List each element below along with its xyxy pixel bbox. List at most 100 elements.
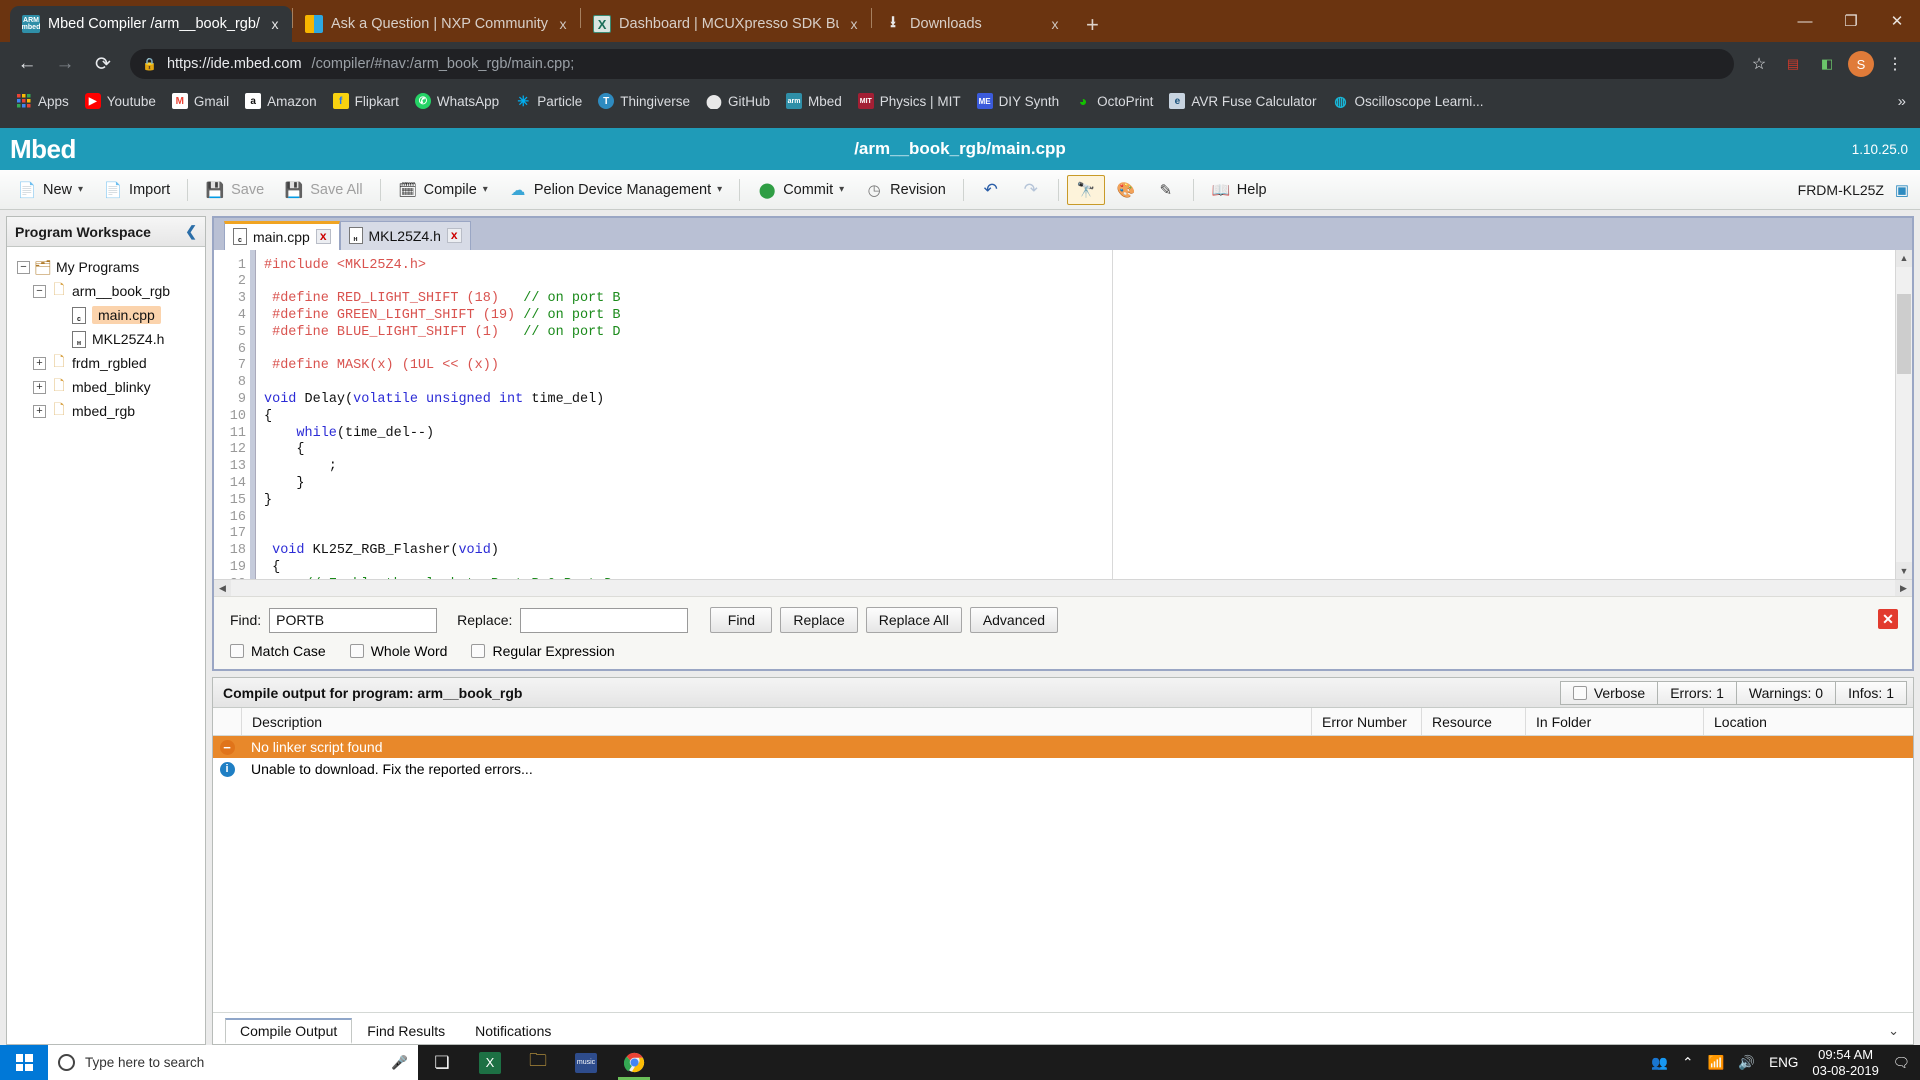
code-line[interactable]: while(time_del--) xyxy=(264,426,1895,443)
back-icon[interactable]: ← xyxy=(10,47,44,81)
warnings-counter[interactable]: Warnings: 0 xyxy=(1735,680,1837,705)
undo-button[interactable]: ↶ xyxy=(972,175,1010,205)
close-find-bar-icon[interactable]: ✕ xyxy=(1878,609,1898,629)
regular-expression-checkbox[interactable]: Regular Expression xyxy=(471,643,615,659)
scroll-up-icon[interactable]: ▲ xyxy=(1895,249,1912,267)
checkbox-icon[interactable] xyxy=(349,644,364,658)
expander-icon[interactable]: + xyxy=(33,404,46,418)
code-line[interactable]: } xyxy=(264,493,1895,510)
code-line[interactable]: #define BLUE_LIGHT_SHIFT (1) // on port … xyxy=(264,325,1895,342)
bookmark-particle[interactable]: ✳ Particle xyxy=(509,91,588,111)
infos-counter[interactable]: Infos: 1 xyxy=(1835,680,1907,705)
compile-button[interactable]: 🗓 Compile ▾ xyxy=(389,175,497,205)
replace-all-button[interactable]: Replace All xyxy=(865,607,962,633)
code-line[interactable]: } xyxy=(264,476,1895,493)
tab-compile-output[interactable]: Compile Output xyxy=(225,1018,353,1044)
column-in-folder[interactable]: In Folder xyxy=(1525,708,1703,735)
editor-tab-main-cpp[interactable]: c main.cpp x xyxy=(224,220,340,250)
chrome-app[interactable] xyxy=(610,1045,658,1080)
bookmarks-overflow-icon[interactable]: » xyxy=(1898,93,1910,110)
code-line[interactable] xyxy=(264,526,1895,543)
checkbox-icon[interactable] xyxy=(471,644,486,658)
help-button[interactable]: 📖 Help xyxy=(1202,175,1276,205)
language-indicator[interactable]: ENG xyxy=(1769,1055,1798,1070)
replace-input[interactable] xyxy=(520,607,689,633)
amazon-music-app[interactable]: music xyxy=(562,1045,610,1080)
find-button[interactable]: 🔭 xyxy=(1066,174,1105,205)
forward-icon[interactable]: → xyxy=(48,47,82,81)
bookmark-youtube[interactable]: ▶ Youtube xyxy=(79,91,162,111)
editor-vertical-scrollbar[interactable]: ▲ ▼ xyxy=(1895,249,1912,579)
new-tab-button[interactable]: + xyxy=(1072,14,1113,42)
file-explorer-app[interactable]: 🗀 xyxy=(514,1045,562,1080)
verbose-toggle[interactable]: Verbose xyxy=(1559,680,1659,705)
code-line[interactable] xyxy=(264,510,1895,527)
new-button[interactable]: 📄 New ▾ xyxy=(8,175,92,205)
tab-notifications[interactable]: Notifications xyxy=(460,1018,566,1044)
find-button[interactable]: Find xyxy=(710,607,773,633)
address-bar[interactable]: 🔒 https://ide.mbed.com/compiler/#nav:/ar… xyxy=(130,49,1734,79)
avatar[interactable]: S xyxy=(1846,49,1876,79)
bookmark-diy-synth[interactable]: ME DIY Synth xyxy=(971,91,1066,111)
code-line[interactable]: { xyxy=(264,560,1895,577)
fix-button[interactable]: ✎ xyxy=(1147,175,1185,205)
whole-word-checkbox[interactable]: Whole Word xyxy=(349,643,447,659)
browser-tab-3[interactable]: ⭳ Downloads x xyxy=(872,6,1072,42)
table-row[interactable]: i Unable to download. Fix the reported e… xyxy=(213,758,1913,780)
code-line[interactable]: { xyxy=(264,442,1895,459)
bookmark-whatsapp[interactable]: ✆ WhatsApp xyxy=(409,91,505,111)
chrome-menu-icon[interactable]: ⋮ xyxy=(1880,49,1910,79)
people-icon[interactable]: 👥 xyxy=(1651,1055,1668,1071)
code-line[interactable]: { xyxy=(264,409,1895,426)
checkbox-icon[interactable] xyxy=(1572,685,1587,700)
volume-icon[interactable]: 🔊 xyxy=(1738,1055,1755,1071)
close-icon[interactable]: x xyxy=(847,16,861,32)
excel-app[interactable]: X xyxy=(466,1045,514,1080)
scroll-right-icon[interactable]: ▶ xyxy=(1895,579,1912,597)
clock[interactable]: 09:54 AM 03-08-2019 xyxy=(1812,1047,1879,1079)
chevron-down-icon[interactable]: ▾ xyxy=(78,184,83,195)
tree-item-arm-book-rgb[interactable]: − 🗋 arm__book_rgb xyxy=(11,279,201,303)
redo-button[interactable]: ↷ xyxy=(1012,175,1050,205)
tree-item-main-cpp[interactable]: c main.cpp xyxy=(11,303,201,327)
close-window-icon[interactable]: ✕ xyxy=(1874,0,1920,42)
action-center-icon[interactable]: 🗨 xyxy=(1893,1055,1910,1071)
chevron-down-icon[interactable]: ▾ xyxy=(839,184,844,195)
bookmark-physics-mit[interactable]: MIT Physics | MIT xyxy=(852,91,967,111)
pelion-device-management-button[interactable]: ☁ Pelion Device Management ▾ xyxy=(499,175,731,205)
column-location[interactable]: Location xyxy=(1703,708,1913,735)
browser-tab-1[interactable]: Ask a Question | NXP Community x xyxy=(293,6,580,42)
revision-button[interactable]: ◷ Revision xyxy=(855,175,955,205)
bookmark-flipkart[interactable]: f Flipkart xyxy=(327,91,405,111)
scrollbar-thumb[interactable] xyxy=(1897,293,1911,374)
expander-icon[interactable]: − xyxy=(17,260,30,274)
match-case-checkbox[interactable]: Match Case xyxy=(230,643,326,659)
code-scroll-area[interactable]: 1234567891011121314151617181920 #include… xyxy=(214,249,1895,579)
browser-tab-2[interactable]: X Dashboard | MCUXpresso SDK Bu x xyxy=(581,6,871,42)
code-line[interactable] xyxy=(264,274,1895,291)
close-icon[interactable]: x xyxy=(1048,16,1062,32)
save-all-button[interactable]: 💾 Save All xyxy=(275,175,371,205)
target-selector[interactable]: FRDM-KL25Z ▣ xyxy=(1798,180,1912,200)
bookmark-star-icon[interactable]: ☆ xyxy=(1744,49,1774,79)
tree-item-mkl25z4-h[interactable]: н MKL25Z4.h xyxy=(11,327,201,351)
close-icon[interactable]: x xyxy=(556,16,570,32)
bookmark-avr-fuse-calculator[interactable]: e AVR Fuse Calculator xyxy=(1163,91,1322,111)
microphone-icon[interactable]: 🎤 xyxy=(391,1055,408,1071)
chevron-down-icon[interactable]: ▾ xyxy=(483,184,488,195)
tree-item-mbed-blinky[interactable]: + 🗋 mbed_blinky xyxy=(11,375,201,399)
collapse-panel-icon[interactable]: ❮ xyxy=(185,223,197,240)
pdf-extension-icon[interactable]: ▤ xyxy=(1778,49,1808,79)
bookmark-amazon[interactable]: a Amazon xyxy=(239,91,323,111)
close-icon[interactable]: x xyxy=(446,228,462,244)
code-line[interactable]: #define MASK(x) (1UL << (x)) xyxy=(264,358,1895,375)
close-icon[interactable]: x xyxy=(315,229,331,245)
code-line[interactable]: #include <MKL25Z4.h> xyxy=(264,258,1895,275)
editor-tab-mkl25z4-h[interactable]: н MKL25Z4.h x xyxy=(339,220,471,250)
tree-item-mbed-rgb[interactable]: + 🗋 mbed_rgb xyxy=(11,399,201,423)
browser-tab-0[interactable]: ARM mbed Mbed Compiler /arm__book_rgb/ x xyxy=(10,6,292,42)
commit-button[interactable]: ⬤ Commit ▾ xyxy=(748,175,853,205)
bookmark-octoprint[interactable]: ◕ OctoPrint xyxy=(1069,91,1159,111)
close-icon[interactable]: x xyxy=(268,16,282,32)
show-hidden-icons[interactable]: ⌃ xyxy=(1682,1055,1693,1071)
